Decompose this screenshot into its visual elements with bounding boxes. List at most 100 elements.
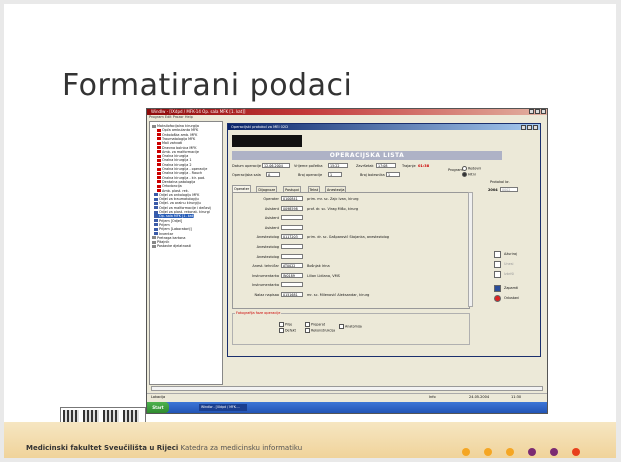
staff-role-label: Anesteziolog — [256, 245, 279, 249]
end-time-field[interactable]: 17:08 — [376, 163, 396, 168]
cancel-button[interactable]: Odustani — [494, 294, 530, 302]
minimize-icon[interactable] — [529, 109, 534, 114]
slide: Formatirani podaci Windlw - [IXdpd / MFK… — [4, 4, 616, 458]
tree-node-icon — [157, 128, 161, 132]
photo-anatomy-checkbox[interactable]: Anatomija — [339, 324, 362, 329]
start-button[interactable]: Start — [147, 402, 169, 413]
tree-node-icon — [152, 236, 156, 240]
program-label: Program — [448, 168, 463, 172]
staff-code-field[interactable] — [281, 215, 303, 221]
staff-code-field[interactable]: 0151681 — [281, 292, 303, 297]
edit-icon — [494, 250, 501, 258]
date-label: Datum operacije — [232, 164, 262, 168]
staff-code-field[interactable]: 0100841 — [281, 196, 303, 201]
program-emergency-radio[interactable]: Hitni — [462, 172, 476, 177]
tree-node-icon — [157, 171, 161, 175]
staff-name: mr. sc. Milenović Aleksandar, kirurg — [307, 293, 370, 297]
patient-no-label: Broj bolesnika — [360, 173, 385, 177]
room-field[interactable]: A — [266, 172, 280, 177]
tree-node-icon — [154, 193, 158, 197]
tree-node-icon — [157, 180, 161, 184]
staff-code-field[interactable] — [281, 253, 303, 259]
tree-node-icon — [152, 240, 156, 244]
department-tree[interactable]: Maksilofacijalna kirurgija Opća ambulanta… — [149, 121, 223, 385]
tree-node-icon — [157, 176, 161, 180]
tab-0[interactable]: Operater — [232, 185, 252, 192]
patient-no-field[interactable]: 1 — [386, 172, 400, 177]
program-regular-radio[interactable]: Redovni — [462, 166, 481, 171]
tree-node-icon — [157, 163, 161, 167]
app-screenshot: Windlw - [IXdpd / MFK-14 Op. sala MFK [1… — [146, 108, 548, 414]
delete-icon — [494, 270, 501, 278]
photo-section: Fotografija faze operacije Prije Defekt … — [232, 311, 470, 345]
insert-button[interactable]: Unesi — [494, 260, 530, 268]
photo-before-checkbox[interactable]: Prije — [279, 322, 292, 327]
dialog-minimize-icon[interactable] — [521, 125, 526, 130]
dialog-close-icon[interactable] — [533, 125, 538, 130]
close-icon[interactable] — [541, 109, 546, 114]
staff-code-field[interactable]: AT0022 — [281, 263, 303, 269]
tree-node-icon — [157, 167, 161, 171]
operater-tab-panel: Operater 0100841 prim. mr. sc. Zajc Ivan, … — [232, 192, 470, 309]
dialog-heading: OPERACIJSKA LISTA — [232, 151, 502, 160]
start-time-field[interactable]: 15:22 — [328, 163, 348, 168]
operation-no-field[interactable]: 1 — [328, 172, 342, 177]
tree-node-icon — [157, 154, 161, 158]
dialog-maximize-icon[interactable] — [527, 125, 532, 130]
footer-dot — [462, 448, 470, 456]
slide-footer: Medicinski fakultet Sveučilišta u Rijeci… — [4, 422, 616, 458]
tree-node-icon — [157, 150, 161, 154]
staff-code-field[interactable]: IN0189 — [281, 272, 303, 278]
save-icon — [494, 284, 501, 292]
staff-code-field[interactable]: 0098598 — [281, 205, 303, 211]
end-time-label: Završetak — [356, 164, 374, 168]
taskbar: Start Windlw - [IXdpd / MFK-... — [147, 402, 547, 413]
staff-code-field[interactable] — [281, 224, 303, 230]
horizontal-scrollbar[interactable] — [151, 386, 543, 391]
update-button[interactable]: Ažuriraj — [494, 250, 530, 258]
tree-node-icon — [152, 244, 156, 248]
status-info: Info — [429, 395, 436, 399]
date-field[interactable]: 12.06.2004 — [262, 163, 290, 168]
tree-node-icon — [154, 210, 158, 214]
photo-section-label: Fotografija faze operacije — [235, 311, 282, 315]
staff-role-label: Instrumentarka — [252, 273, 279, 278]
tree-node-icon — [154, 219, 158, 223]
cancel-icon — [494, 294, 501, 302]
room-label: Operacijska sala — [232, 173, 261, 177]
operation-no-label: Broj operacije — [298, 173, 323, 177]
photo-reconstruction-checkbox[interactable]: Rekonstrukcija — [305, 328, 335, 333]
tree-node-icon — [154, 197, 158, 201]
operation-dialog: Operacijski protokol za MEI 02D OPERACIJ… — [227, 123, 541, 357]
staff-name: prof. dr. sc. Virag Mišo, kirurg — [307, 206, 359, 211]
staff-role-label: Operater — [263, 197, 279, 201]
patient-header-box — [232, 135, 302, 147]
footer-dot — [484, 448, 492, 456]
dialog-titlebar: Operacijski protokol za MEI 02D — [228, 124, 540, 130]
panel-scrollbar[interactable] — [468, 192, 473, 307]
photo-specimen-checkbox[interactable]: Preparat — [305, 322, 325, 327]
app-menubar[interactable]: Program Edit Prozor Help — [147, 115, 547, 120]
staff-code-field[interactable]: 0117203 — [281, 234, 303, 240]
tree-item[interactable]: Postavke djelatnosti — [152, 244, 191, 248]
tree-node-icon — [154, 232, 158, 235]
maximize-icon[interactable] — [535, 109, 540, 114]
delete-button[interactable]: Izbriši — [494, 270, 530, 278]
save-button[interactable]: Zapamti — [494, 284, 530, 292]
staff-role-label: Instrumentarka — [252, 283, 279, 288]
photo-defect-checkbox[interactable]: Defekt — [279, 328, 296, 333]
protocol-number-field[interactable]: 0002 — [500, 187, 518, 192]
tree-node-icon — [157, 184, 161, 188]
start-time-label: Vrijeme početka — [294, 164, 323, 168]
status-date: 24.05.2004 — [469, 395, 490, 399]
tree-node-icon — [154, 201, 158, 205]
staff-role-label: Anesteziolog — [256, 254, 279, 259]
slide-title: Formatirani podaci — [62, 68, 353, 103]
duration-label: Trajanje — [402, 164, 416, 168]
staff-code-field[interactable] — [281, 282, 303, 288]
staff-role-label: Asistent — [264, 206, 279, 211]
staff-code-field[interactable] — [281, 244, 303, 249]
tree-node-icon — [154, 214, 158, 218]
taskbar-app-item[interactable]: Windlw - [IXdpd / MFK-... — [199, 404, 247, 411]
staff-role-label: Anesteziolog — [256, 235, 279, 240]
